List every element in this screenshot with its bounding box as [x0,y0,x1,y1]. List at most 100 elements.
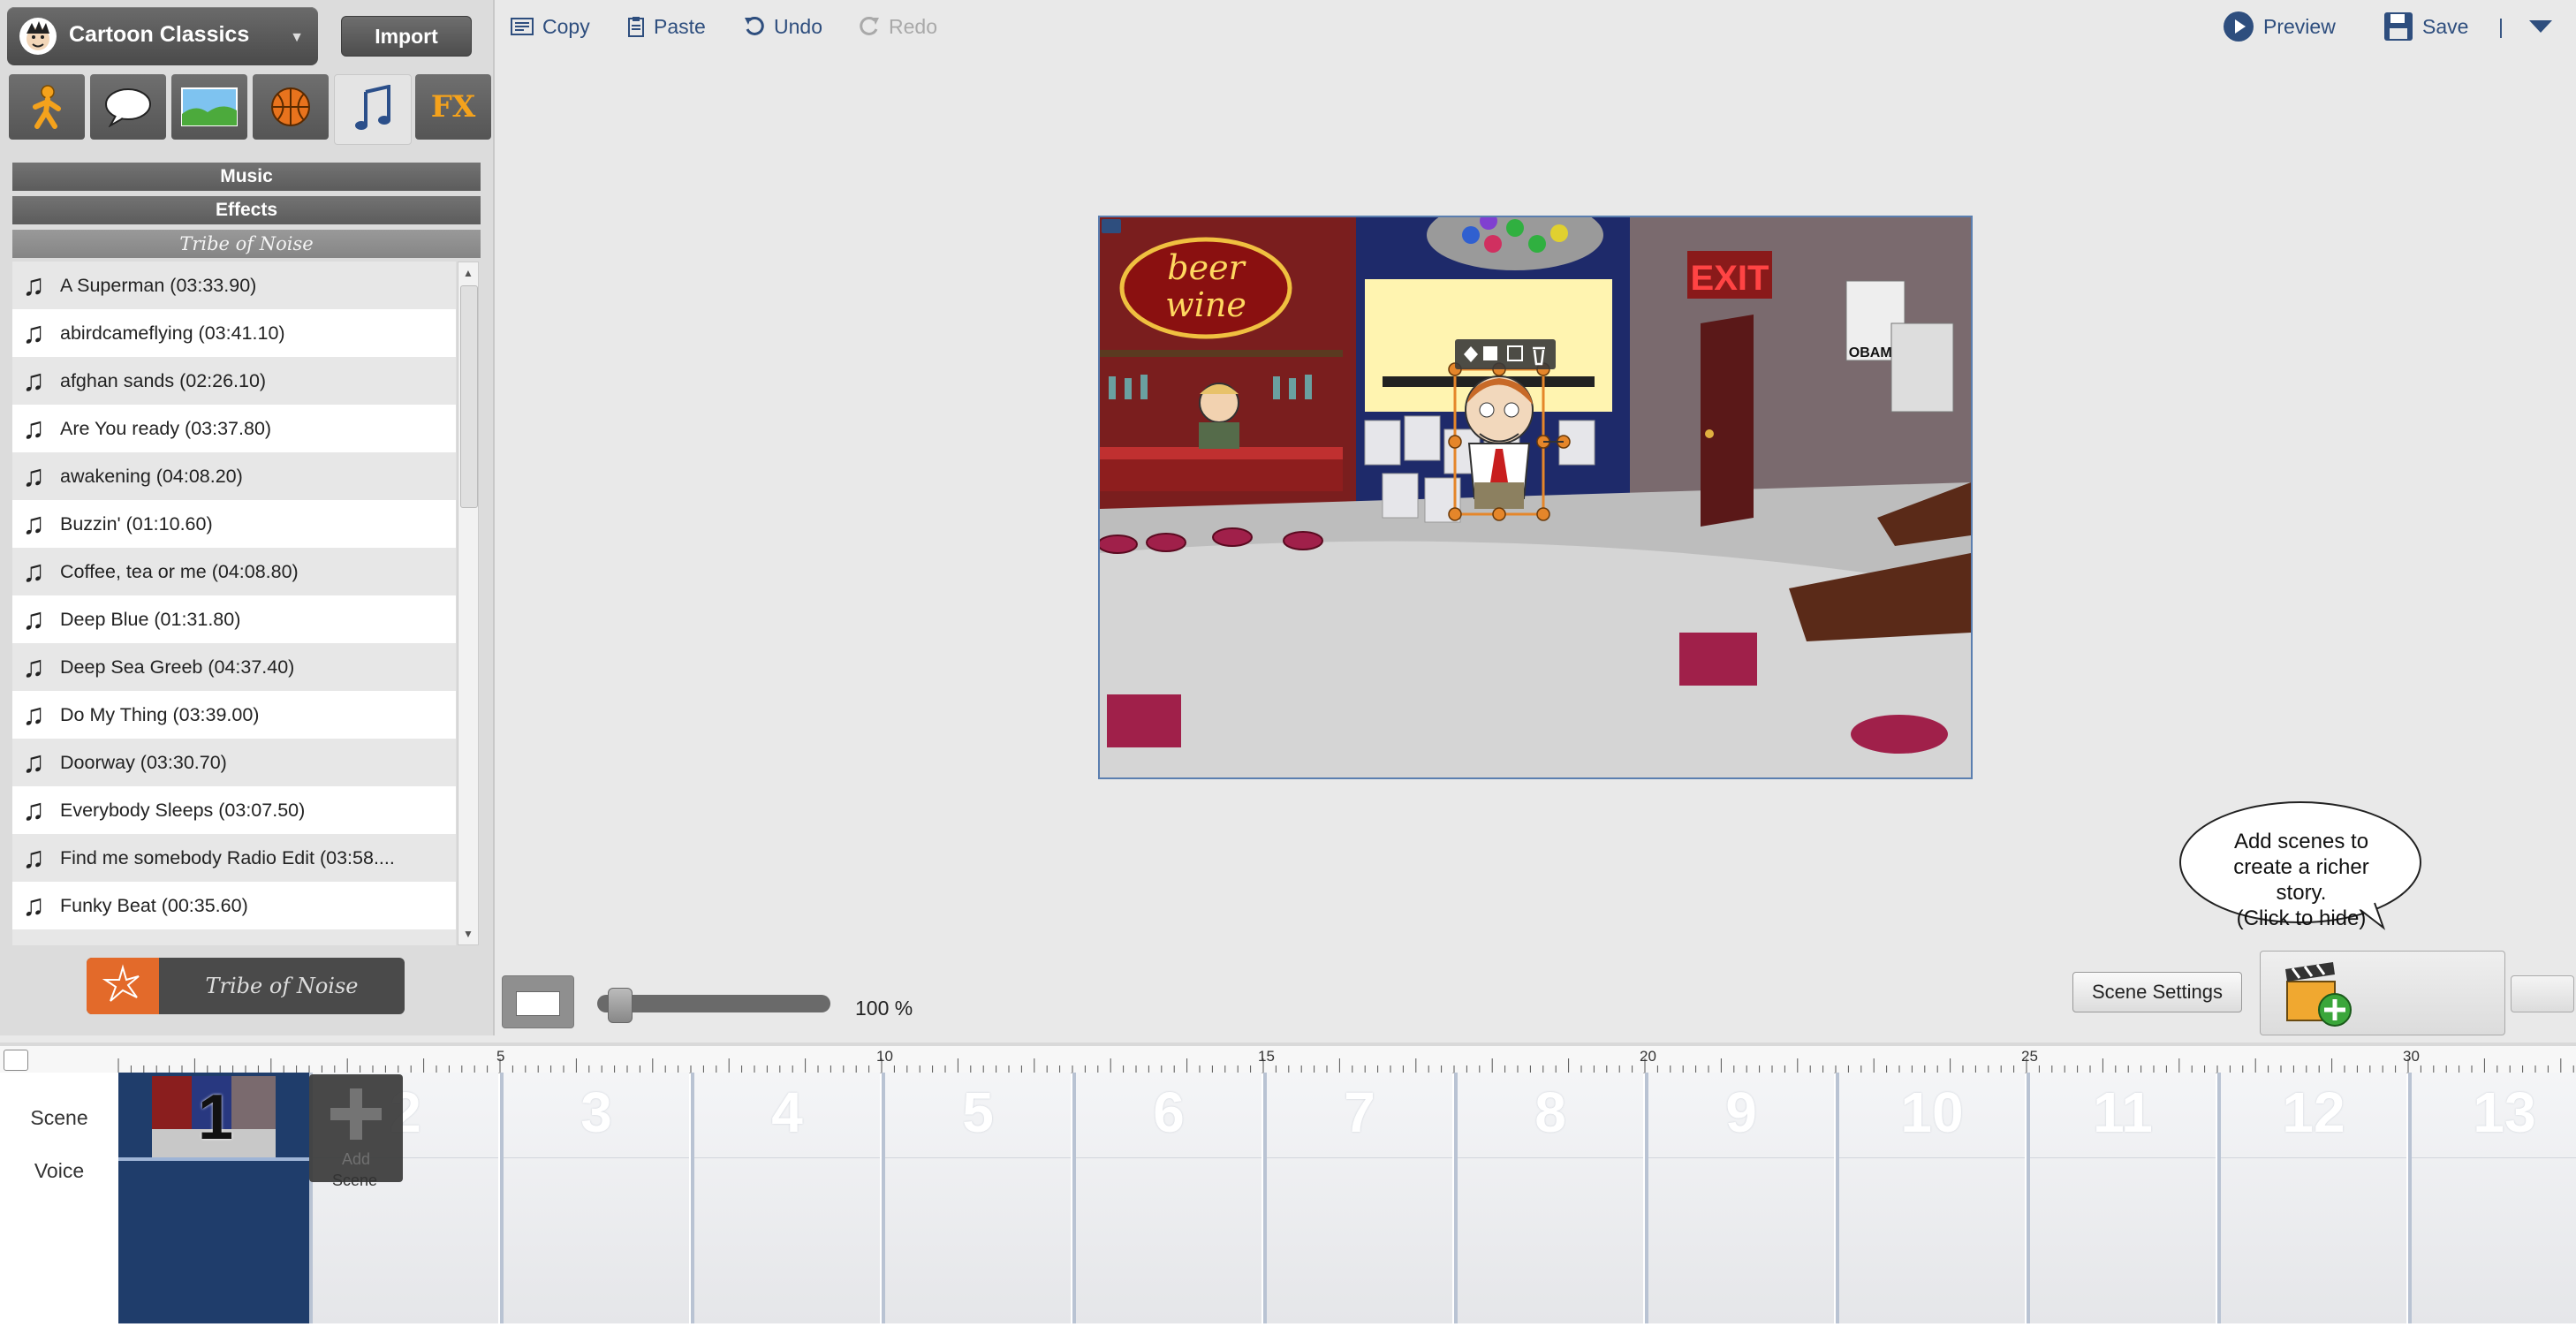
scene-1-thumbnail[interactable]: 1 [152,1076,276,1157]
track-item[interactable]: ♫ Are You ready (03:37.80) [12,405,456,452]
scene-slot-number: 3 [580,1081,612,1144]
scene-slot[interactable]: 4 [691,1073,880,1323]
track-item[interactable]: ♫ Buzzin' (01:10.60) [12,500,456,548]
redo-button[interactable]: Redo [859,11,937,42]
scroll-up-arrow-icon[interactable]: ▲ [458,262,478,284]
copy-icon [511,18,534,35]
bar-sign-text-2: wine [1165,285,1246,324]
scene-slot[interactable]: 10 [1836,1073,2025,1323]
timeline-ruler[interactable]: 5 10 15 20 25 30 [0,1046,2576,1073]
scene-slot[interactable]: 7 [1263,1073,1452,1323]
timeline-collapse-button[interactable] [4,1050,28,1071]
music-note-icon: ♫ [22,603,45,636]
section-tribe-of-noise[interactable]: Tribe of Noise [12,230,481,258]
scene-slot[interactable]: 12 [2217,1073,2406,1323]
paste-button[interactable]: Paste [627,11,706,42]
stage-canvas[interactable]: beer wine EXIT OBAMA [1098,216,1973,779]
camera-icon [1102,219,1121,233]
add-scene-button[interactable] [2260,951,2505,1035]
zoom-slider-thumb[interactable] [608,988,633,1023]
add-scene-tile[interactable]: Add [309,1074,403,1182]
track-item[interactable]: ♫ Coffee, tea or me (04:08.80) [12,548,456,595]
scene-slot[interactable]: 3 [500,1073,689,1323]
tribe-of-noise-badge[interactable]: Tribe of Noise [87,958,405,1014]
floppy-disk-icon [2384,12,2413,41]
scrollbar-thumb[interactable] [460,285,478,508]
undo-button[interactable]: Undo [744,11,822,42]
track-item[interactable]: ♫ awakening (04:08.20) [12,452,456,500]
track-item[interactable]: ♫ A Superman (03:33.90) [12,262,456,309]
paste-icon [628,17,644,37]
tab-characters[interactable] [9,74,85,140]
scene-slot[interactable]: 5 [882,1073,1071,1323]
track-item[interactable]: ♫ Find me somebody Radio Edit (03:58.... [12,834,456,882]
tab-effects[interactable]: FX [415,74,491,140]
play-circle-icon [2224,11,2254,42]
tab-dialogue[interactable] [90,74,166,140]
scene-1-track[interactable]: 1 [118,1073,309,1323]
tip-line-1: Add scenes to [2233,830,2369,853]
track-label: awakening (04:08.20) [60,465,243,487]
exit-sign-text: EXIT [1691,259,1769,298]
add-tile-label: Add [341,1150,371,1168]
track-list-scrollbar[interactable]: ▲ ▼ [458,262,479,945]
ruler-ticks [117,1058,2574,1073]
section-music[interactable]: Music [12,163,481,191]
music-note-icon: ♫ [22,746,45,779]
track-item[interactable]: ♫ Funky Beat (00:35.60) [12,882,456,929]
more-options-button[interactable] [2528,11,2562,42]
save-button[interactable]: Save [2383,11,2468,42]
toolbar-separator: | [2498,14,2504,38]
scene-1-number: 1 [198,1082,234,1153]
music-note-icon: ♫ [22,698,45,732]
add-scenes-tip[interactable]: Add scenes to create a richer story. (Cl… [2178,799,2424,931]
track-item[interactable]: ♫ afghan sands (02:26.10) [12,357,456,405]
tab-sound[interactable] [334,74,412,145]
music-note-icon: ♫ [22,269,45,302]
track-item[interactable]: ♫ Doorway (03:30.70) [12,739,456,786]
redo-label: Redo [889,14,937,38]
scene-slot-number: 13 [2473,1081,2536,1144]
track-item[interactable]: ♫ Everybody Sleeps (03:07.50) [12,786,456,834]
copy-button[interactable]: Copy [511,11,590,42]
scene-options-button[interactable] [2511,975,2574,1012]
tab-backgrounds[interactable] [171,74,247,140]
music-note-icon: ♫ [22,841,45,875]
music-note-icon: ♫ [22,889,45,922]
scene-slot[interactable]: 6 [1072,1073,1261,1323]
scene-slot[interactable]: 9 [1645,1073,1834,1323]
track-label: Deep Sea Greeb (04:37.40) [60,656,295,678]
scroll-down-arrow-icon[interactable]: ▼ [458,923,478,944]
track-label: Coffee, tea or me (04:08.80) [60,560,299,582]
ruler-num-20: 20 [1640,1048,1656,1065]
track-item[interactable]: ♫ Deep Sea Greeb (04:37.40) [12,643,456,691]
track-item[interactable]: ♫ Deep Blue (01:31.80) [12,595,456,643]
music-note-icon: ♫ [22,650,45,684]
scene-slot[interactable]: 8 [1454,1073,1643,1323]
scene-slot-number: 9 [1725,1081,1757,1144]
track-item-partial[interactable] [12,929,456,945]
scene-settings-button[interactable]: Scene Settings [2072,972,2242,1012]
bar-scene-illustration: beer wine EXIT OBAMA [1100,217,1971,777]
stage-size-button[interactable] [502,975,574,1028]
scene-slot[interactable]: 11 [2027,1073,2216,1323]
track-item[interactable]: ♫ Do My Thing (03:39.00) [12,691,456,739]
preview-button[interactable]: Preview [2223,11,2336,42]
scene-slot[interactable]: 13 [2408,1073,2576,1323]
ruler-num-15: 15 [1258,1048,1275,1065]
import-button[interactable]: Import [341,16,472,57]
track-item[interactable]: ♫ abirdcameflying (03:41.10) [12,309,456,357]
track-label: Doorway (03:30.70) [60,751,227,773]
fx-label: FX [430,89,476,125]
section-effects[interactable]: Effects [12,196,481,224]
object-toolbar[interactable] [1455,339,1556,369]
track-label: Deep Blue (01:31.80) [60,608,241,630]
plus-icon [330,1088,382,1140]
row-label-voice: Voice [34,1159,85,1182]
front-icon [1483,346,1497,360]
clapperboard-add-icon [2285,962,2352,1027]
ruler-num-10: 10 [876,1048,893,1065]
track-label: Are You ready (03:37.80) [60,417,272,439]
theme-selector[interactable]: Cartoon Classics ▼ [7,7,318,65]
tab-props[interactable] [253,74,329,140]
